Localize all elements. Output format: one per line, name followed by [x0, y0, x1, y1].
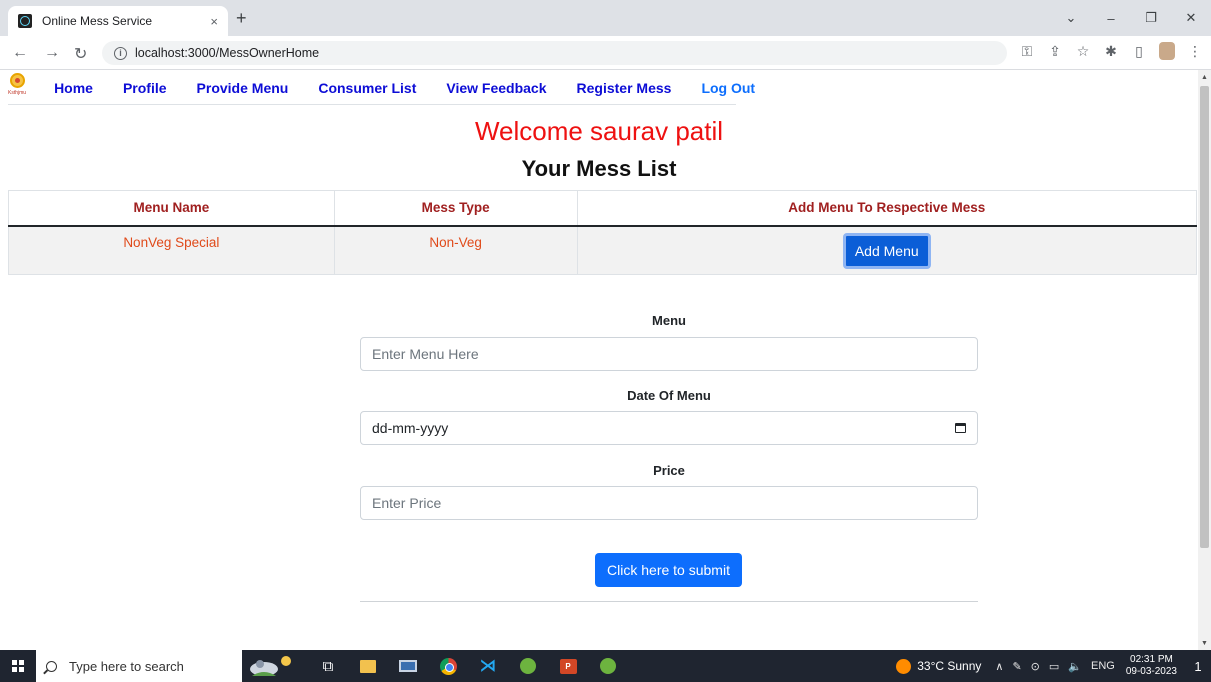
cell-mess-type: Non-Veg: [333, 225, 578, 275]
col-header-menu-name: Menu Name: [8, 190, 335, 227]
start-button[interactable]: [0, 650, 36, 682]
pen-icon[interactable]: ✎: [1012, 660, 1021, 673]
nav-home[interactable]: Home: [54, 80, 93, 96]
calendar-icon[interactable]: [955, 423, 966, 433]
weather-sun-icon[interactable]: [896, 658, 912, 674]
submit-button[interactable]: Click here to submit: [595, 553, 742, 587]
monitor-app-icon[interactable]: [388, 650, 428, 682]
windows-taskbar: Type here to search ⧉ ⋊ P 33°C Sunny ∧ ✎…: [0, 650, 1211, 682]
url-text: localhost:3000/MessOwnerHome: [135, 46, 320, 60]
logo-text: Ksthjmu: [8, 90, 27, 96]
react-favicon-icon: [18, 14, 32, 28]
side-panel-icon[interactable]: ▯: [1131, 43, 1147, 60]
menu-input-placeholder: Enter Menu Here: [372, 346, 479, 362]
search-icon: [46, 660, 57, 672]
taskbar-search-box[interactable]: Type here to search: [36, 650, 242, 682]
system-tray: 33°C Sunny ∧ ✎ ⊙ ▭ 🔈 ENG 02:31 PM 09-03-…: [896, 650, 1211, 682]
share-icon[interactable]: ⇪: [1047, 43, 1063, 60]
menu-input[interactable]: Enter Menu Here: [360, 337, 978, 371]
page-scrollbar[interactable]: ▲ ▼: [1198, 70, 1211, 650]
mess-list-title: Your Mess List: [521, 156, 677, 181]
clock-date: 09-03-2023: [1125, 666, 1177, 677]
lightbulb-logo-icon: [9, 73, 25, 88]
site-navbar: Ksthjmu Home Profile Provide Menu Consum…: [8, 72, 755, 105]
date-of-menu-input[interactable]: dd-mm-yyyy: [360, 411, 978, 445]
scrollbar-thumb[interactable]: [1200, 86, 1209, 548]
nav-provide-menu[interactable]: Provide Menu: [197, 80, 289, 96]
extensions-puzzle-icon[interactable]: ✱: [1103, 43, 1119, 60]
date-input-value: dd-mm-yyyy: [372, 420, 449, 436]
menu-label: Menu: [652, 313, 686, 328]
minimize-icon[interactable]: –: [1091, 0, 1131, 36]
taskbar-search-placeholder: Type here to search: [69, 658, 184, 674]
weather-text[interactable]: 33°C Sunny: [917, 659, 981, 673]
cell-action: Add Menu: [576, 225, 1198, 275]
date-of-menu-label: Date Of Menu: [627, 388, 711, 403]
kebab-menu-icon[interactable]: ⋮: [1187, 43, 1203, 60]
notification-count: 1: [1194, 658, 1202, 674]
scroll-down-icon[interactable]: ▼: [1198, 636, 1211, 650]
price-input[interactable]: Enter Price: [360, 486, 978, 520]
col-header-mess-type: Mess Type: [333, 190, 578, 227]
windows-logo-icon: [12, 660, 24, 672]
table-header-row: Menu Name Mess Type Add Menu To Respecti…: [8, 190, 1198, 227]
bookmark-star-icon[interactable]: ☆: [1075, 43, 1091, 60]
nav-log-out[interactable]: Log Out: [701, 80, 755, 96]
nav-consumer-list[interactable]: Consumer List: [318, 80, 416, 96]
battery-icon[interactable]: ▭: [1049, 660, 1059, 673]
speaker-icon[interactable]: 🔈: [1068, 660, 1082, 673]
notification-icon[interactable]: 1: [1185, 650, 1211, 682]
tab-close-icon[interactable]: ×: [210, 14, 218, 29]
tab-search-dropdown-icon[interactable]: ⌄: [1051, 0, 1091, 36]
spring-tool-icon[interactable]: [508, 650, 548, 682]
language-indicator[interactable]: ENG: [1091, 660, 1115, 672]
clock-time: 02:31 PM: [1130, 654, 1173, 665]
browser-tab[interactable]: Online Mess Service ×: [8, 6, 228, 36]
forward-arrow-icon[interactable]: →: [44, 44, 60, 62]
close-window-icon[interactable]: ✕: [1171, 0, 1211, 36]
maximize-icon[interactable]: ❐: [1131, 0, 1171, 36]
url-bar[interactable]: i localhost:3000/MessOwnerHome: [102, 41, 1007, 65]
add-menu-button[interactable]: Add Menu: [842, 232, 931, 269]
col-header-add-menu: Add Menu To Respective Mess: [576, 190, 1198, 227]
cell-menu-name: NonVeg Special: [8, 225, 335, 275]
key-icon[interactable]: ⚿: [1019, 43, 1035, 60]
back-arrow-icon[interactable]: ←: [12, 44, 28, 62]
window-controls: ⌄ – ❐ ✕: [1051, 0, 1211, 36]
form-divider: [360, 601, 978, 602]
browser-address-bar: ← → ↻ i localhost:3000/MessOwnerHome ⚿ ⇪…: [0, 36, 1211, 70]
site-info-icon[interactable]: i: [114, 46, 127, 60]
page-viewport: Ksthjmu Home Profile Provide Menu Consum…: [0, 70, 1198, 650]
chevron-up-icon[interactable]: ∧: [995, 660, 1003, 673]
reload-icon[interactable]: ↻: [74, 44, 87, 64]
taskbar-pinned-apps: ⧉ ⋊ P: [308, 650, 628, 682]
browser-toolbar: ⚿ ⇪ ☆ ✱ ▯ ⋮: [1019, 42, 1203, 60]
network-icon[interactable]: ⊙: [1031, 660, 1040, 673]
scroll-up-icon[interactable]: ▲: [1198, 70, 1211, 84]
vscode-icon[interactable]: ⋊: [468, 650, 508, 682]
powerpoint-icon[interactable]: P: [548, 650, 588, 682]
nav-profile[interactable]: Profile: [123, 80, 167, 96]
search-highlight-art-icon[interactable]: [242, 652, 296, 680]
nav-view-feedback[interactable]: View Feedback: [446, 80, 546, 96]
spring-tool-icon-2[interactable]: [588, 650, 628, 682]
tab-title: Online Mess Service: [42, 14, 153, 28]
task-view-icon[interactable]: ⧉: [308, 650, 348, 682]
mess-list-table: Menu Name Mess Type Add Menu To Respecti…: [8, 190, 1198, 275]
price-input-placeholder: Enter Price: [372, 495, 442, 511]
profile-avatar[interactable]: [1159, 42, 1175, 60]
file-explorer-icon[interactable]: [348, 650, 388, 682]
nav-register-mess[interactable]: Register Mess: [577, 80, 672, 96]
new-tab-icon[interactable]: +: [236, 8, 247, 29]
chrome-icon[interactable]: [428, 650, 468, 682]
price-label: Price: [653, 463, 685, 478]
welcome-heading: Welcome saurav patil: [474, 116, 724, 146]
browser-tab-bar: Online Mess Service × + ⌄ – ❐ ✕: [0, 0, 1211, 36]
table-row: NonVeg Special Non-Veg Add Menu: [8, 225, 1198, 275]
taskbar-clock[interactable]: 02:31 PM 09-03-2023: [1126, 654, 1177, 678]
site-logo[interactable]: Ksthjmu: [8, 73, 26, 103]
